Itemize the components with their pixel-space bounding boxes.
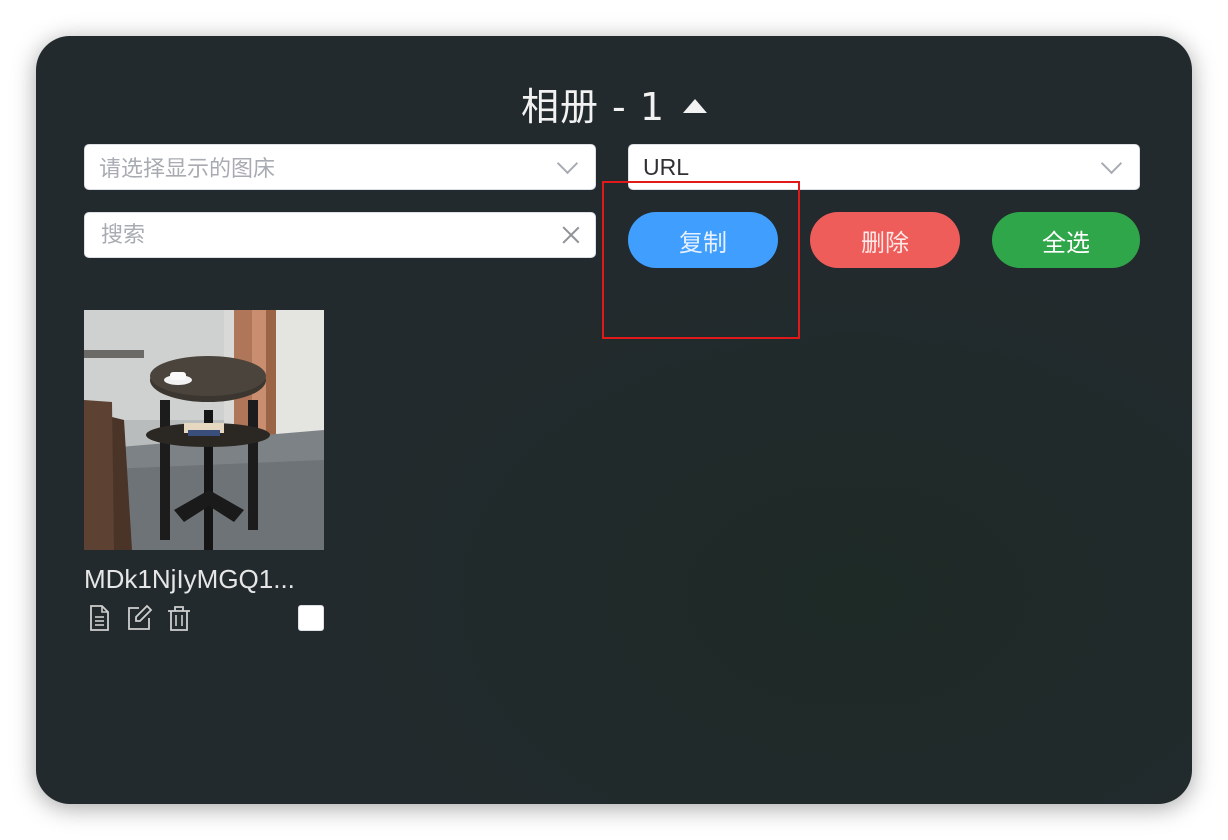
edit-icon[interactable] — [124, 603, 154, 633]
gallery-item: MDk1NjIyMGQ1... — [84, 310, 324, 633]
document-icon[interactable] — [84, 603, 114, 633]
image-host-select-placeholder: 请选择显示的图床 — [99, 157, 276, 182]
search-field[interactable] — [84, 212, 596, 258]
image-filename: MDk1NjIyMGQ1... — [84, 564, 295, 594]
side-table-photo[interactable] — [84, 310, 324, 550]
highlight-box — [602, 181, 800, 339]
trash-icon[interactable] — [164, 603, 194, 633]
search-input[interactable] — [99, 221, 561, 249]
album-header[interactable]: 相册 - 1 — [36, 76, 1192, 131]
caret-up-icon[interactable] — [683, 98, 708, 113]
image-actions — [84, 603, 324, 633]
delete-button[interactable]: 删除 — [810, 212, 960, 268]
chevron-down-icon[interactable] — [556, 152, 579, 174]
select-all-button[interactable]: 全选 — [992, 212, 1140, 268]
chevron-down-icon[interactable] — [1100, 152, 1123, 174]
page-title: 相册 - 1 — [520, 85, 666, 129]
select-checkbox[interactable] — [298, 605, 324, 631]
clear-icon[interactable] — [561, 225, 581, 245]
album-window: 相册 - 1 请选择显示的图床 URL 复制 删除 全选 — [36, 36, 1192, 804]
copy-format-value: URL — [643, 153, 690, 180]
image-host-select[interactable]: 请选择显示的图床 — [84, 144, 596, 190]
